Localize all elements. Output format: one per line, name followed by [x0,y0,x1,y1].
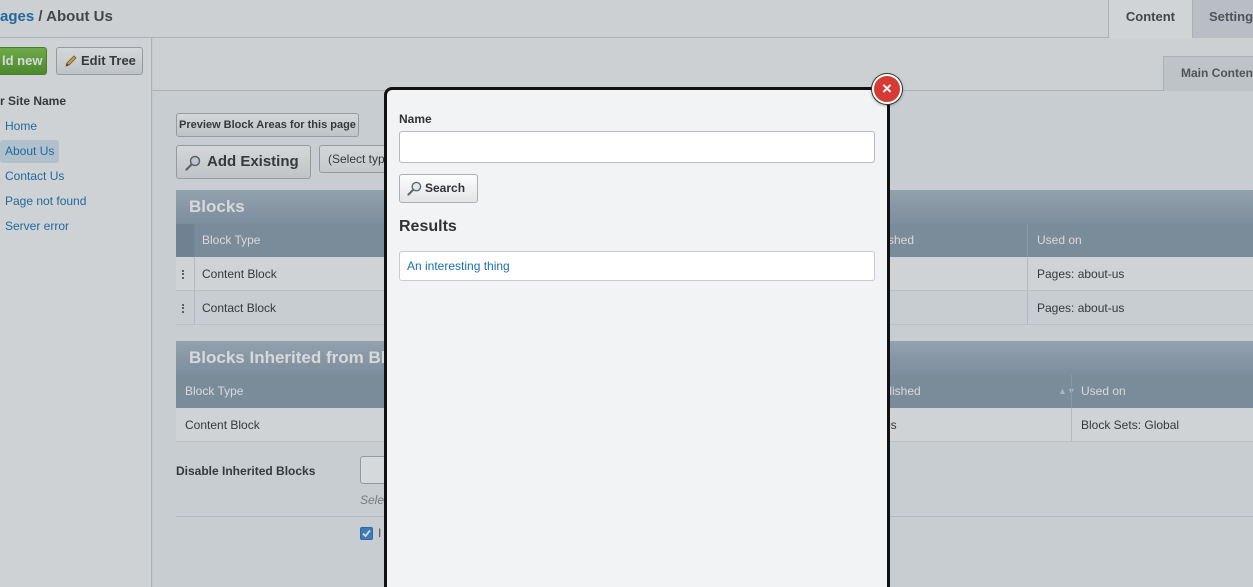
add-existing-modal: Name Search Results An interesting thing [384,87,890,587]
results-title: Results [399,218,457,235]
search-icon [407,181,422,196]
result-item[interactable]: An interesting thing [399,251,875,281]
search-button-label: Search [425,181,466,195]
close-icon[interactable]: × [872,74,902,104]
name-search-input[interactable] [399,131,875,163]
search-button[interactable]: Search [399,174,478,203]
name-label: Name [399,112,432,126]
